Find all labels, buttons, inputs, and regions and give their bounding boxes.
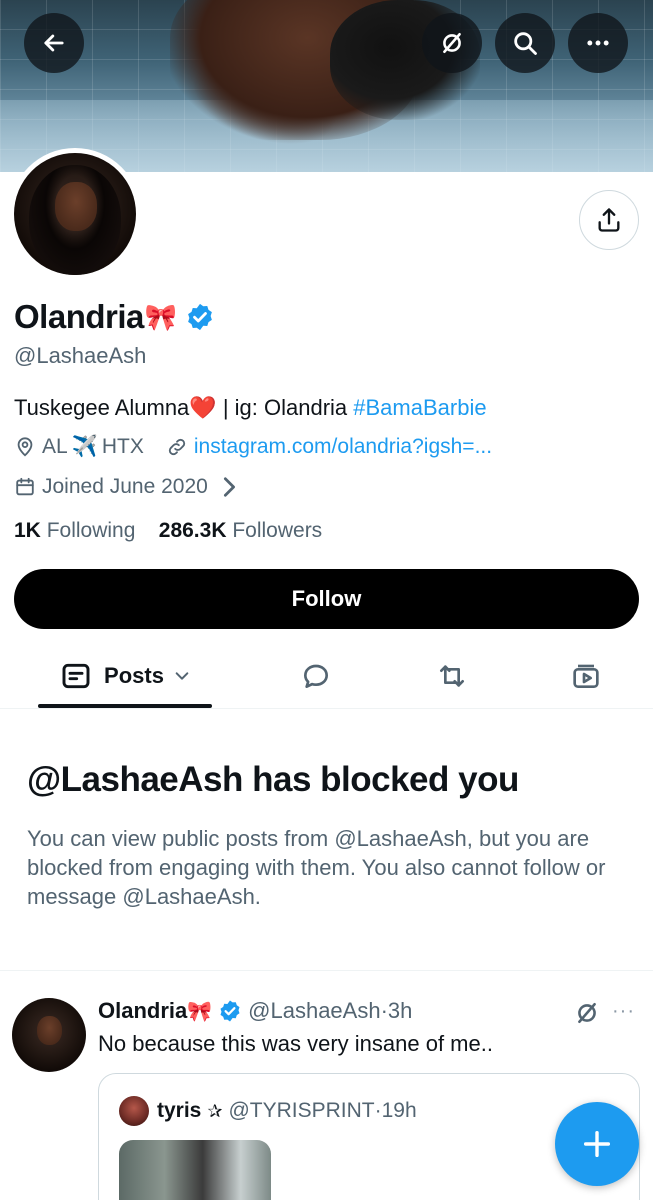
post-author-avatar[interactable]: [12, 998, 86, 1072]
post-author-handle: @LashaeAsh: [248, 998, 381, 1023]
post-author-name[interactable]: Olandria: [98, 998, 187, 1024]
joined-date: Joined June 2020: [42, 475, 208, 498]
profile-avatar[interactable]: [9, 148, 141, 280]
avatar-image: [14, 153, 136, 275]
compose-button[interactable]: [555, 1102, 639, 1186]
chevron-down-icon: [175, 672, 189, 680]
post-time: 3h: [387, 998, 413, 1023]
following-link[interactable]: 1K Following: [14, 519, 135, 542]
verified-badge-icon[interactable]: [185, 302, 215, 332]
bow-emoji: 🎀: [144, 301, 178, 332]
followers-label: Followers: [232, 519, 323, 542]
followers-link[interactable]: 286.3K Followers: [159, 519, 322, 542]
grok-icon[interactable]: [573, 999, 601, 1027]
blocked-title: @LashaeAsh has blocked you: [27, 760, 519, 799]
following-label: Following: [46, 519, 136, 542]
profile-handle: @LashaeAsh: [14, 343, 147, 368]
more-options-button[interactable]: [568, 13, 628, 73]
profile-banner[interactable]: [0, 0, 653, 172]
post-text: No because this was very insane of me..: [98, 1031, 493, 1056]
media-video-icon: [573, 664, 599, 688]
search-button[interactable]: [495, 13, 555, 73]
tab-posts-label: Posts: [104, 663, 164, 688]
post-bow-emoji: 🎀: [187, 1000, 213, 1023]
quote-author-avatar: [119, 1096, 149, 1126]
location-text-2: HTX: [101, 435, 144, 458]
bio-hashtag-link[interactable]: #BamaBarbie: [353, 395, 486, 420]
plane-emoji: ✈️: [71, 435, 98, 458]
quote-separator: ·: [374, 1099, 382, 1122]
followers-count: 286.3K: [158, 519, 227, 542]
joined-row[interactable]: Joined June 2020: [14, 475, 246, 499]
grok-icon: [443, 32, 461, 54]
link-icon: [168, 438, 185, 456]
avatar-face: [55, 182, 97, 232]
tab-media[interactable]: [556, 645, 616, 707]
location-text-1: AL: [42, 435, 68, 458]
profile-meta-row: AL ✈️ HTX instagram.com/olandria?igsh=..…: [14, 435, 492, 459]
post-more-button[interactable]: ···: [612, 1000, 635, 1023]
calendar-icon: [16, 477, 34, 496]
quote-author-name: tyris: [157, 1099, 202, 1122]
tab-posts[interactable]: Posts: [38, 645, 212, 707]
grok-button[interactable]: [422, 13, 482, 73]
profile-bio: Tuskegee Alumna❤️ | ig: Olandria #BamaBa…: [14, 395, 487, 421]
posts-icon: [62, 663, 90, 689]
heart-emoji: ❤️: [189, 395, 217, 420]
quote-media-image[interactable]: [119, 1140, 271, 1200]
reply-bubble-icon: [304, 664, 328, 688]
post-avatar-face: [37, 1015, 63, 1046]
active-tab-indicator: [38, 704, 212, 708]
divider: [0, 970, 653, 971]
quote-header: tyris ✰ @TYRISPRINT · 19h: [119, 1096, 417, 1126]
post-separator: ·: [380, 998, 388, 1023]
website-link[interactable]: instagram.com/olandria?igsh=...: [194, 435, 492, 459]
following-count: 1K: [14, 519, 41, 542]
location-pin-icon: [17, 437, 33, 457]
tab-reposts[interactable]: [422, 645, 482, 707]
back-button[interactable]: [24, 13, 84, 73]
chevron-right-icon: [223, 477, 235, 497]
display-name: Olandria: [14, 298, 144, 335]
arrow-left-icon: [44, 34, 64, 52]
follow-counts: 1K Following 286.3K Followers: [14, 519, 322, 543]
post-header: Olandria 🎀 @LashaeAsh · 3h: [98, 998, 412, 1024]
follow-button[interactable]: Follow: [14, 569, 639, 629]
profile-name-row: Olandria 🎀: [14, 298, 215, 336]
quote-author-handle: @TYRISPRINT: [228, 1099, 375, 1122]
share-icon: [598, 208, 620, 232]
plus-icon: [583, 1130, 611, 1158]
quote-star: ✰: [207, 1100, 223, 1121]
repost-icon: [440, 665, 464, 687]
profile-tabs: Posts: [0, 645, 653, 709]
verified-badge-icon: [220, 1000, 240, 1022]
share-button[interactable]: [579, 190, 639, 250]
tab-replies[interactable]: [286, 645, 346, 707]
search-icon: [514, 32, 537, 55]
bio-text-2: | ig: Olandria: [216, 395, 354, 420]
blocked-message: You can view public posts from @LashaeAs…: [27, 826, 606, 909]
more-icon: [587, 40, 609, 46]
bio-text-1: Tuskegee Alumna: [14, 395, 190, 420]
quote-time: 19h: [381, 1099, 417, 1122]
